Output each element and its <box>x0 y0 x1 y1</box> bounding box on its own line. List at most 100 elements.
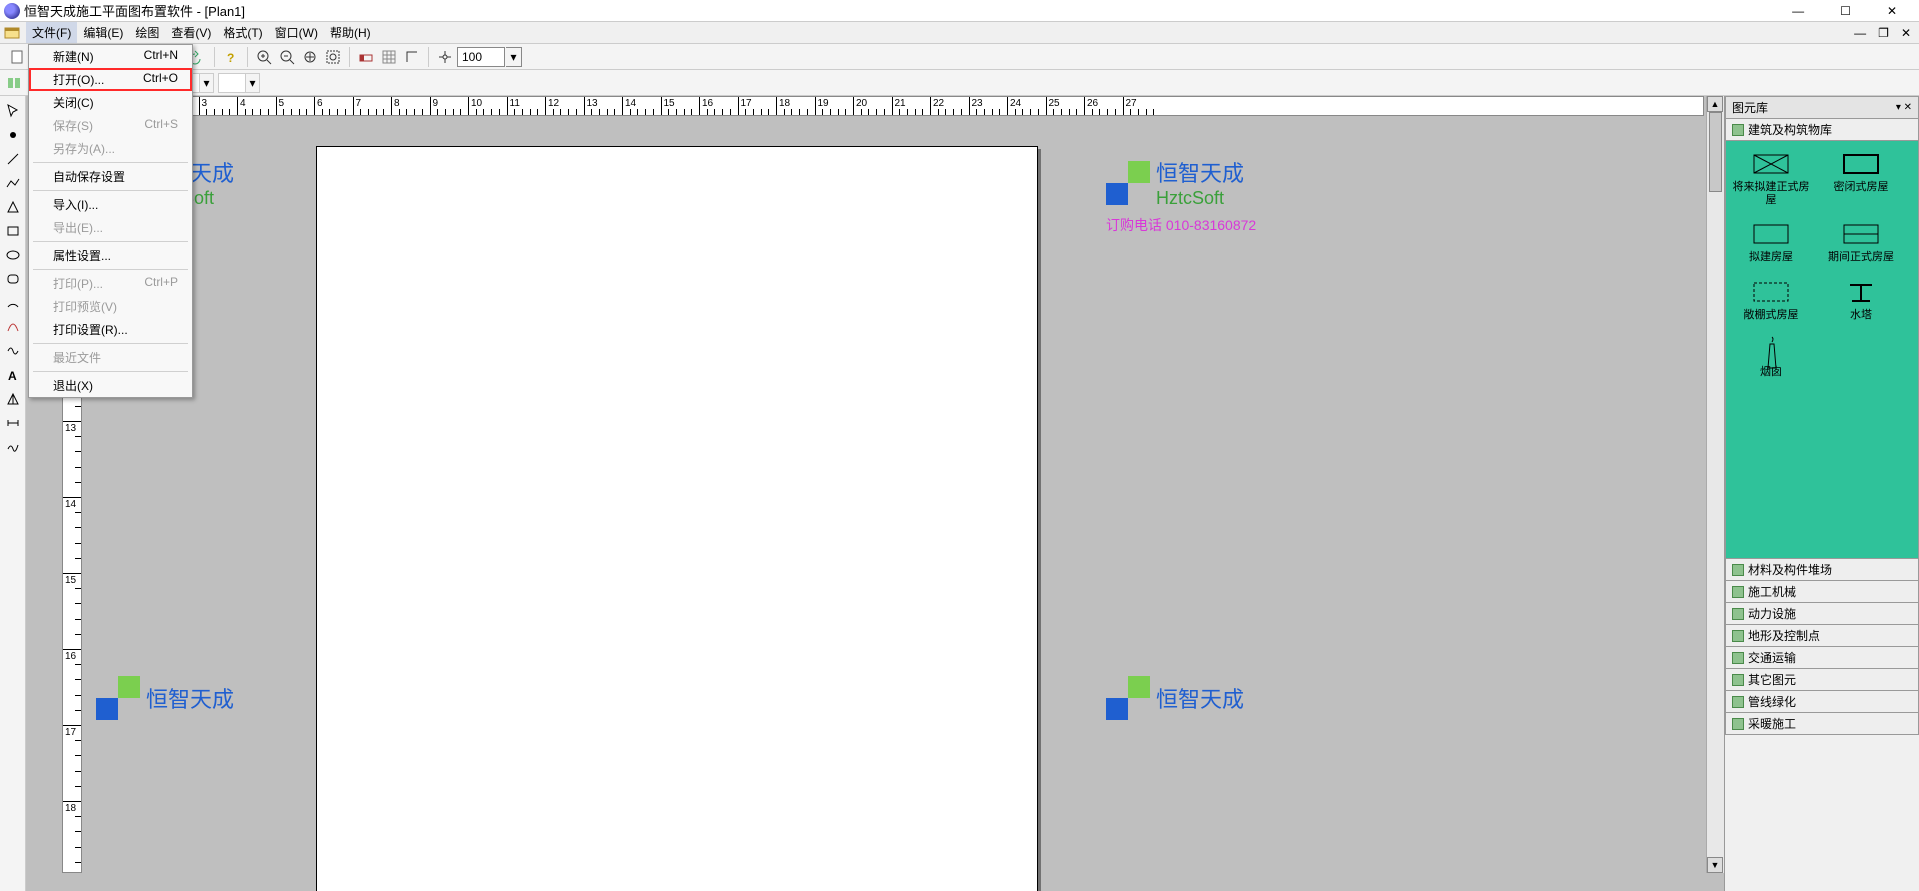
zoom-dropdown-button[interactable]: ▾ <box>506 47 522 67</box>
minimize-button[interactable]: — <box>1784 4 1812 18</box>
palette-item[interactable]: 敞棚式房屋 <box>1730 279 1812 322</box>
palette-icon <box>1750 336 1792 362</box>
category-header[interactable]: 材料及构件堆场 <box>1725 559 1919 581</box>
menu-item-export[interactable]: 导出(E)... <box>29 216 192 239</box>
help-button[interactable]: ? <box>220 46 242 68</box>
scroll-down-button[interactable]: ▼ <box>1707 857 1723 873</box>
palette-item[interactable]: 将来拟建正式房屋 <box>1730 151 1812 207</box>
menu-item-preview[interactable]: 打印预览(V) <box>29 295 192 318</box>
roundrect-tool[interactable] <box>2 268 24 290</box>
toolbar-separator <box>428 47 429 67</box>
zoom-fit-button[interactable] <box>299 46 321 68</box>
maximize-button[interactable]: ☐ <box>1832 4 1859 18</box>
arc-tool[interactable] <box>2 292 24 314</box>
pan-button[interactable] <box>434 46 456 68</box>
menu-item-new[interactable]: 新建(N)Ctrl+N <box>29 45 192 68</box>
text-tool[interactable]: A <box>2 364 24 386</box>
rect-tool[interactable] <box>2 220 24 242</box>
zoom-input[interactable] <box>457 47 505 67</box>
ellipse-tool[interactable] <box>2 244 24 266</box>
menu-edit[interactable]: 编辑(E) <box>77 22 129 43</box>
palette-icon <box>1750 279 1792 305</box>
palette-item[interactable]: 烟囱 <box>1730 336 1812 379</box>
palette-body: 将来拟建正式房屋密闭式房屋拟建房屋期间正式房屋敞棚式房屋水塔烟囱 <box>1725 141 1919 559</box>
point-tool[interactable] <box>2 124 24 146</box>
format-toolbar: ▾ ▾ ▾ ▾ ▾ <box>0 70 1919 96</box>
zoom-in-button[interactable] <box>253 46 275 68</box>
fill-color-slot[interactable] <box>218 73 246 93</box>
ortho-button[interactable] <box>401 46 423 68</box>
scroll-up-button[interactable]: ▲ <box>1707 96 1723 112</box>
menu-view[interactable]: 查看(V) <box>165 22 217 43</box>
category-header[interactable]: 施工机械 <box>1725 581 1919 603</box>
measure-tool[interactable] <box>2 412 24 434</box>
drawing-page[interactable] <box>316 146 1038 891</box>
menu-item-import[interactable]: 导入(I)... <box>29 193 192 216</box>
menu-item-props[interactable]: 属性设置... <box>29 244 192 267</box>
window-title: 恒智天成施工平面图布置软件 - [Plan1] <box>24 1 1784 20</box>
polyline-tool[interactable] <box>2 172 24 194</box>
snap-button[interactable] <box>355 46 377 68</box>
scroll-thumb[interactable] <box>1709 112 1722 192</box>
new-button[interactable] <box>6 46 28 68</box>
menu-item-autosave[interactable]: 自动保存设置 <box>29 165 192 188</box>
menu-separator <box>33 190 188 191</box>
fill-style-dropdown[interactable]: ▾ <box>200 73 214 93</box>
menu-item-saveas[interactable]: 另存为(A)... <box>29 137 192 160</box>
line-tool[interactable] <box>2 148 24 170</box>
menu-item-recent[interactable]: 最近文件 <box>29 346 192 369</box>
palette-item[interactable]: 拟建房屋 <box>1730 221 1812 264</box>
menu-help[interactable]: 帮助(H) <box>324 22 377 43</box>
panel-dropdown-icon[interactable]: ▾ ✕ <box>1896 102 1912 113</box>
toolbar-separator <box>349 47 350 67</box>
zoom-area-button[interactable] <box>322 46 344 68</box>
category-label: 管线绿化 <box>1748 693 1796 710</box>
vertical-scrollbar[interactable]: ▲ ▼ <box>1706 96 1724 873</box>
spline-tool[interactable] <box>2 340 24 362</box>
category-header-open[interactable]: 建筑及构筑物库 <box>1725 119 1919 141</box>
category-header[interactable]: 地形及控制点 <box>1725 625 1919 647</box>
palette-label: 将来拟建正式房屋 <box>1730 181 1812 207</box>
menu-separator <box>33 241 188 242</box>
mdi-restore-button[interactable]: ❐ <box>1874 26 1893 40</box>
category-icon <box>1732 696 1744 708</box>
align-button[interactable] <box>6 75 22 91</box>
category-header[interactable]: 其它图元 <box>1725 669 1919 691</box>
brand-cn: 恒智天成 <box>1156 682 1244 714</box>
mdi-sys-icon <box>4 25 20 41</box>
panel-title-label: 图元库 <box>1732 99 1768 116</box>
category-header[interactable]: 采暖施工 <box>1725 713 1919 735</box>
select-tool[interactable] <box>2 100 24 122</box>
grid-button[interactable] <box>378 46 400 68</box>
menu-separator <box>33 343 188 344</box>
logo-icon <box>1106 161 1150 205</box>
palette-item[interactable]: 密闭式房屋 <box>1820 151 1902 207</box>
panel-title[interactable]: 图元库 ▾ ✕ <box>1725 96 1919 119</box>
menu-item-save[interactable]: 保存(S)Ctrl+S <box>29 114 192 137</box>
menu-format[interactable]: 格式(T) <box>217 22 268 43</box>
freehand-tool[interactable] <box>2 436 24 458</box>
menu-item-close[interactable]: 关闭(C) <box>29 91 192 114</box>
curve-tool[interactable] <box>2 316 24 338</box>
menu-item-printset[interactable]: 打印设置(R)... <box>29 318 192 341</box>
dimension-tool[interactable] <box>2 388 24 410</box>
menu-file[interactable]: 文件(F) <box>26 22 77 43</box>
menu-item-print[interactable]: 打印(P)...Ctrl+P <box>29 272 192 295</box>
fill-color-dropdown[interactable]: ▾ <box>246 73 260 93</box>
menu-item-exit[interactable]: 退出(X) <box>29 374 192 397</box>
mdi-minimize-button[interactable]: — <box>1850 26 1870 40</box>
category-header[interactable]: 交通运输 <box>1725 647 1919 669</box>
logo-icon <box>1106 676 1150 720</box>
polygon-tool[interactable] <box>2 196 24 218</box>
category-header[interactable]: 管线绿化 <box>1725 691 1919 713</box>
menu-item-open[interactable]: 打开(O)...Ctrl+O <box>29 68 192 91</box>
menu-window[interactable]: 窗口(W) <box>269 22 324 43</box>
category-header[interactable]: 动力设施 <box>1725 603 1919 625</box>
palette-item[interactable]: 水塔 <box>1820 279 1902 322</box>
palette-item[interactable]: 期间正式房屋 <box>1820 221 1902 264</box>
close-button[interactable]: ✕ <box>1879 4 1905 18</box>
mdi-close-button[interactable]: ✕ <box>1897 26 1915 40</box>
palette-icon <box>1840 279 1882 305</box>
zoom-out-button[interactable] <box>276 46 298 68</box>
menu-draw[interactable]: 绘图 <box>129 22 165 43</box>
